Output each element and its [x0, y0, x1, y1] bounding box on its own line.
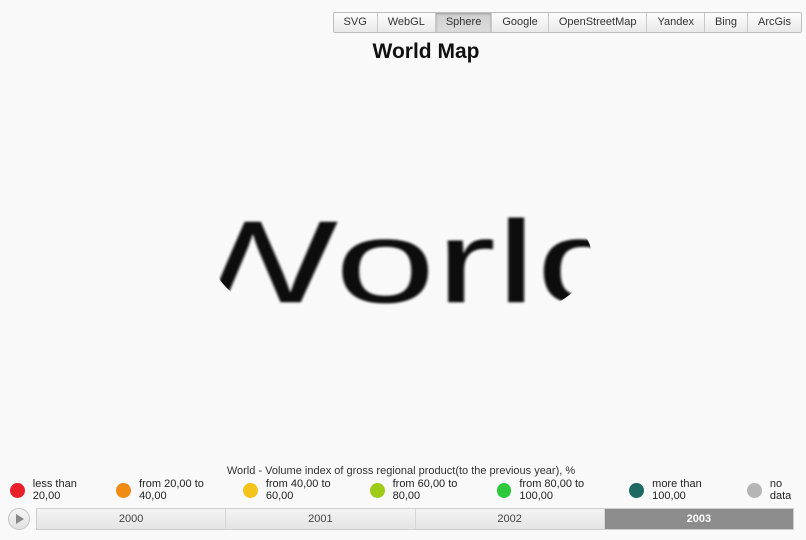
legend-label: from 60,00 to 80,00: [392, 478, 458, 502]
legend-label: from 20,00 to 40,00: [139, 478, 204, 502]
legend-label: more than 100,00: [652, 478, 702, 502]
legend-dot: [496, 482, 512, 498]
legend: less than 20,00 from 20,00 to 40,00 from…: [10, 478, 806, 502]
legend-item-60-to-80[interactable]: from 60,00 to 80,00: [369, 478, 487, 502]
map-page: SVG WebGL Sphere Google OpenStreetMap Ya…: [0, 0, 806, 540]
legend-dot: [369, 482, 385, 498]
legend-label: from 40,00 to 60,00: [265, 478, 331, 502]
sphere-svg: World: [205, 196, 600, 327]
play-icon: [16, 514, 24, 524]
map-title: World Map: [372, 40, 480, 63]
year-2000[interactable]: 2000: [37, 509, 227, 529]
legend-label: no data: [769, 478, 792, 502]
legend-item-more-than-100[interactable]: more than 100,00: [629, 478, 737, 502]
openstreetmap-button[interactable]: OpenStreetMap: [549, 13, 648, 32]
legend-dot: [629, 482, 645, 498]
sphere-globe[interactable]: World: [205, 195, 600, 335]
legend-item-no-data[interactable]: no data: [747, 478, 806, 502]
legend-item-80-to-100[interactable]: from 80,00 to 100,00: [496, 478, 620, 502]
sphere-texture-text: World: [205, 196, 600, 327]
google-button[interactable]: Google: [492, 13, 549, 32]
legend-caption: World - Volume index of gross regional p…: [226, 465, 576, 477]
year-2001[interactable]: 2001: [226, 509, 416, 529]
arcgis-button[interactable]: ArcGis: [748, 13, 801, 32]
legend-item-40-to-60[interactable]: from 40,00 to 60,00: [243, 478, 360, 502]
year-2003[interactable]: 2003: [604, 509, 793, 529]
yandex-button[interactable]: Yandex: [647, 13, 705, 32]
renderer-toolbar: SVG WebGL Sphere Google OpenStreetMap Ya…: [332, 12, 802, 33]
legend-item-less-than-20[interactable]: less than 20,00: [10, 478, 106, 502]
legend-dot: [747, 482, 762, 498]
year-selector: 2000 2001 2002 2003: [36, 508, 794, 530]
sphere-button[interactable]: Sphere: [435, 13, 493, 32]
year-2002[interactable]: 2002: [416, 509, 605, 529]
webgl-button[interactable]: WebGL: [378, 13, 436, 32]
legend-item-20-to-40[interactable]: from 20,00 to 40,00: [116, 478, 233, 502]
legend-label: from 80,00 to 100,00: [519, 478, 585, 502]
timeline: 2000 2001 2002 2003: [8, 508, 798, 530]
legend-dot: [116, 482, 132, 498]
bing-button[interactable]: Bing: [705, 13, 748, 32]
svg-button[interactable]: SVG: [334, 13, 378, 32]
legend-dot: [243, 482, 258, 498]
play-button[interactable]: [8, 508, 30, 530]
legend-label: less than 20,00: [32, 478, 77, 502]
legend-dot: [10, 482, 25, 498]
